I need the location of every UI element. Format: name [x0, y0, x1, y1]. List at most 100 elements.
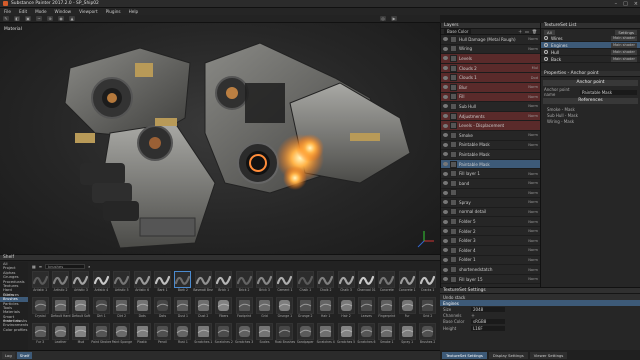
layer-row[interactable]: Hull Damage (Metal Rough) Norm — [441, 35, 540, 45]
layer-blend-mode[interactable]: Norm — [525, 47, 540, 51]
brush-preset-item[interactable]: Scratches 2 — [214, 323, 234, 349]
height-format-select[interactable]: L16F — [471, 325, 505, 331]
brush-preset-item[interactable]: Chalk 2 — [315, 271, 335, 297]
base-color-format-select[interactable]: sRGB8 — [471, 319, 505, 325]
layer-blend-mode[interactable]: Norm — [525, 104, 540, 108]
visibility-eye-icon[interactable] — [443, 190, 448, 195]
brush-preset-item[interactable]: Bark 2 — [173, 271, 193, 297]
brush-preset-item[interactable]: Rust Brushes — [275, 323, 295, 349]
visibility-eye-icon[interactable] — [443, 200, 448, 205]
visibility-eye-icon[interactable] — [443, 114, 448, 119]
brush-preset-item[interactable]: Scratches 4 — [315, 323, 335, 349]
search-icon[interactable]: ⌕ — [88, 264, 90, 269]
visibility-radio-icon[interactable] — [544, 36, 548, 40]
brush-preset-item[interactable]: Scratches 6 — [356, 323, 376, 349]
brush-preset-item[interactable]: Brick 1 — [214, 271, 234, 297]
layer-blend-mode[interactable]: Norm — [525, 268, 540, 272]
layer-row[interactable]: Blur Norm — [441, 82, 540, 93]
brush-preset-item[interactable]: Concrete — [377, 271, 397, 297]
brush-preset-item[interactable]: Spray 1 — [397, 323, 417, 349]
brush-preset-item[interactable]: Fur 3 — [30, 323, 50, 349]
layer-row[interactable]: Norm — [441, 189, 540, 199]
brush-preset-item[interactable]: Dots — [132, 297, 152, 323]
layer-blend-mode[interactable]: Norm — [525, 210, 540, 214]
layer-row[interactable]: Folder 4 Norm — [441, 246, 540, 256]
layer-row[interactable]: Paintable Mask — [441, 159, 540, 170]
layer-blend-mode[interactable]: Norm — [525, 258, 540, 262]
maximize-icon[interactable]: □ — [623, 1, 628, 7]
visibility-eye-icon[interactable] — [443, 229, 448, 234]
brush-preset-item[interactable]: Concrete 1 — [397, 271, 417, 297]
brush-preset-item[interactable]: Chalk 3 — [336, 271, 356, 297]
visibility-radio-icon[interactable] — [544, 50, 548, 54]
visibility-eye-icon[interactable] — [443, 238, 448, 243]
brush-preset-item[interactable]: Basmati Brush — [193, 271, 213, 297]
tab-display-settings[interactable]: Display Settings — [488, 351, 528, 359]
visibility-eye-icon[interactable] — [443, 181, 448, 186]
brush-preset-item[interactable]: Artistic 3 — [71, 271, 91, 297]
brush-preset-item[interactable]: Artistic 4 — [91, 271, 111, 297]
layer-row[interactable]: normal detail Norm — [441, 208, 540, 218]
brush-preset-item[interactable]: Artistic 6 — [132, 271, 152, 297]
layer-row[interactable]: Smoke Norm — [441, 131, 540, 141]
brush-preset-item[interactable]: Artistic 5 — [112, 271, 132, 297]
visibility-eye-icon[interactable] — [443, 133, 448, 138]
layer-blend-mode[interactable]: Norm — [525, 229, 540, 233]
visibility-eye-icon[interactable] — [443, 85, 448, 90]
add-folder-icon[interactable]: ▭ — [525, 29, 529, 34]
shader-select[interactable]: Main shader — [610, 49, 637, 55]
brush-preset-item[interactable]: Crystal — [30, 297, 50, 323]
brush-preset-item[interactable]: Dirt 1 — [91, 297, 111, 323]
brush-preset-item[interactable]: Dots — [152, 297, 172, 323]
brush-preset-item[interactable]: Fur — [397, 297, 417, 323]
texture-set-item[interactable]: Hull Main shader — [541, 49, 640, 56]
tab-texture-set-settings[interactable]: TextureSet Settings — [442, 351, 487, 359]
texture-set-item[interactable]: Wires Main shader — [541, 35, 640, 42]
layer-blend-mode[interactable]: Norm — [525, 191, 540, 195]
polygon-fill-icon[interactable]: ▲ — [69, 16, 75, 21]
brush-preset-item[interactable]: Sandpaper — [295, 323, 315, 349]
visibility-eye-icon[interactable] — [443, 142, 448, 147]
visibility-eye-icon[interactable] — [443, 123, 448, 128]
menu-file[interactable]: File — [4, 9, 11, 14]
paint-tool-icon[interactable]: ✎ — [3, 16, 9, 21]
layer-blend-mode[interactable]: Norm — [525, 220, 540, 224]
brush-preset-item[interactable]: Grid 2 — [417, 297, 437, 323]
brush-preset-item[interactable]: Charcoal 01 — [356, 271, 376, 297]
tab-shelf[interactable]: Shelf — [16, 352, 33, 359]
brush-preset-item[interactable]: Default Soft — [71, 297, 91, 323]
shader-select[interactable]: Main shader — [610, 35, 637, 41]
layer-blend-mode[interactable]: Norm — [525, 248, 540, 252]
visibility-eye-icon[interactable] — [443, 267, 448, 272]
layer-row[interactable]: Paintable Mask Norm — [441, 141, 540, 151]
layer-row[interactable]: Fill layer 1 Norm — [441, 169, 540, 179]
minimize-icon[interactable]: – — [615, 1, 618, 7]
layer-row[interactable]: Fill layer 15 Norm — [441, 275, 540, 285]
visibility-eye-icon[interactable] — [443, 162, 448, 167]
menu-plugins[interactable]: Plugins — [106, 9, 121, 14]
brush-preset-item[interactable]: Mud — [71, 323, 91, 349]
brush-preset-item[interactable]: Plastic — [132, 323, 152, 349]
brush-preset-item[interactable]: Scratches 5 — [336, 323, 356, 349]
undo-stack-label[interactable]: Undo stack — [443, 295, 465, 300]
brush-preset-item[interactable]: Scratches 3 — [234, 323, 254, 349]
layer-row[interactable]: shortenedstatch Norm — [441, 265, 540, 275]
tab-viewer-settings[interactable]: Viewer Settings — [529, 351, 568, 359]
brush-preset-item[interactable]: Scales — [254, 323, 274, 349]
delete-layer-icon[interactable]: 🗑 — [532, 29, 537, 34]
layer-blend-mode[interactable]: Norm — [525, 143, 540, 147]
layer-row[interactable]: Spray Norm — [441, 198, 540, 208]
layer-row[interactable]: Sub Hull Norm — [441, 102, 540, 112]
layer-blend-mode[interactable]: Norm — [525, 172, 540, 176]
menu-mode[interactable]: Mode — [35, 9, 46, 14]
brush-preset-item[interactable]: Cement 1 — [275, 271, 295, 297]
visibility-eye-icon[interactable] — [443, 56, 448, 61]
shelf-category-item[interactable]: Color profiles — [0, 328, 28, 332]
add-layer-icon[interactable]: ＋ — [518, 29, 522, 35]
visibility-radio-icon[interactable] — [544, 43, 548, 47]
visibility-eye-icon[interactable] — [443, 37, 448, 42]
layer-row[interactable]: Levels - Displacement — [441, 121, 540, 131]
visibility-eye-icon[interactable] — [443, 209, 448, 214]
projection-tool-icon[interactable]: ▣ — [25, 16, 31, 21]
brush-preset-item[interactable]: Paint Strokes — [91, 323, 111, 349]
